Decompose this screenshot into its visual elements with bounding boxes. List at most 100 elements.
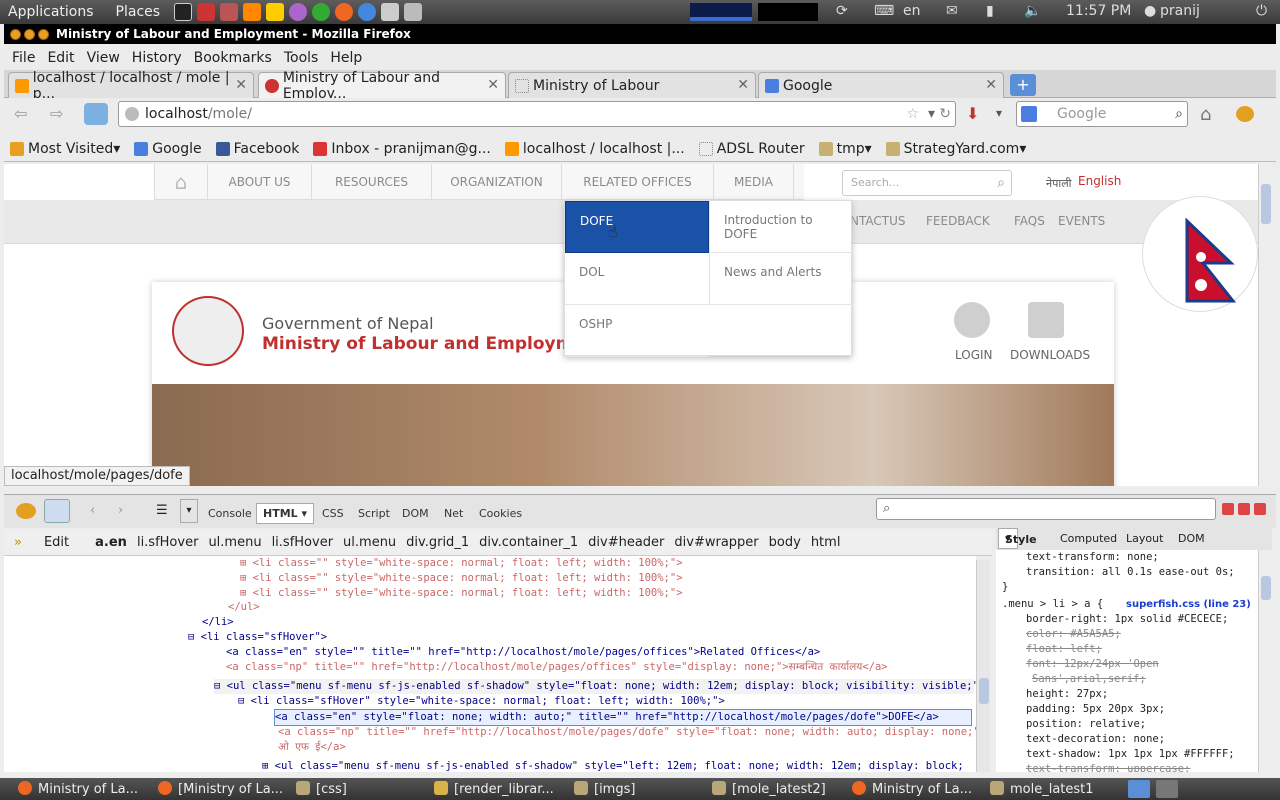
list-icon[interactable]: ☰	[156, 503, 168, 518]
bookmark-tmp[interactable]: tmp ▾	[818, 141, 872, 157]
back-icon[interactable]: ⇦	[14, 104, 27, 123]
google-icon[interactable]	[1021, 106, 1037, 122]
css-property-overridden[interactable]: text-transform: uppercase;	[1026, 762, 1190, 772]
crumb-div-header[interactable]: div#header	[588, 535, 664, 550]
tab-ministry[interactable]: Ministry of Labour ✕	[508, 72, 756, 98]
taskbar-item[interactable]: Ministry of La...	[18, 781, 138, 797]
scrollbar-thumb[interactable]	[1261, 184, 1271, 224]
code-line[interactable]: ⊞ <li class="" style="white-space: norma…	[240, 571, 683, 586]
crumb-li-sfhover[interactable]: li.sfHover	[272, 535, 333, 550]
chevron-down-icon[interactable]: ▾	[180, 499, 198, 523]
crumb-div-container[interactable]: div.container_1	[479, 535, 578, 550]
style-scrollbar[interactable]	[1258, 550, 1272, 772]
crumb-ul-menu[interactable]: ul.menu	[208, 535, 261, 550]
mail-icon[interactable]: ✉	[946, 3, 958, 19]
tab-script[interactable]: Script	[358, 507, 390, 520]
tab-ministry-active[interactable]: Ministry of Labour and Employ... ✕	[258, 70, 506, 102]
crumb-div-wrapper[interactable]: div#wrapper	[674, 535, 758, 550]
dropdown-item-dol[interactable]: DOL	[565, 253, 709, 305]
home-icon[interactable]: ⌂	[154, 164, 208, 200]
crumb-a-en[interactable]: a.en	[95, 535, 127, 550]
minimize-window-icon[interactable]	[24, 28, 35, 40]
firebug-icon[interactable]	[16, 503, 36, 519]
code-line[interactable]: ओ एफ ई</a>	[278, 740, 346, 755]
signal-icon[interactable]: ▮	[986, 3, 994, 19]
tab-dom[interactable]: DOM	[402, 507, 429, 520]
bookmark-facebook[interactable]: Facebook	[215, 141, 299, 157]
volume-icon[interactable]: 🔈	[1024, 3, 1041, 19]
app-launcher-icon[interactable]	[266, 3, 285, 21]
css-property-overridden[interactable]: color: #A5A5A5;	[1026, 627, 1121, 642]
nav-about-us[interactable]: ABOUT US	[208, 164, 312, 200]
edit-button[interactable]: Edit	[44, 535, 69, 550]
css-source-link[interactable]: superfish.css (line 23)	[1126, 597, 1251, 612]
app-launcher-icon[interactable]	[404, 3, 423, 21]
tab-layout[interactable]: Layout	[1126, 532, 1163, 545]
nav-resources[interactable]: RESOURCES	[312, 164, 432, 200]
code-line[interactable]: ⊞ <ul class="menu sf-menu sf-js-enabled …	[262, 759, 964, 772]
search-icon[interactable]: ⌕	[997, 171, 1005, 195]
chrome-icon[interactable]	[358, 3, 377, 21]
nav-media[interactable]: MEDIA	[714, 164, 794, 200]
login-link[interactable]: LOGIN	[955, 348, 993, 362]
css-property[interactable]: text-transform: none;	[1026, 550, 1159, 565]
code-line[interactable]: <a class="np" title="" href="http://loca…	[278, 725, 976, 740]
css-property-overridden[interactable]: font: 12px/24px 'Open	[1026, 657, 1159, 672]
css-selector[interactable]: .menu > li > a {	[1002, 597, 1103, 612]
dropdown-item-oshp[interactable]: OSHP	[565, 305, 709, 357]
close-window-icon[interactable]	[10, 28, 21, 40]
crumb-html[interactable]: html	[811, 535, 841, 550]
css-property[interactable]: text-shadow: 1px 1px 1px #FFFFFF;	[1026, 747, 1235, 762]
code-line[interactable]: <a class="np" title="" href="http://loca…	[226, 660, 888, 675]
power-icon[interactable]: ⏻	[1256, 3, 1267, 19]
bookmark-google[interactable]: Google	[134, 141, 202, 157]
link-feedback[interactable]: FEEDBACK	[926, 214, 990, 228]
link-events[interactable]: EVENTS	[1058, 214, 1105, 228]
css-property[interactable]: border-right: 1px solid #CECECE;	[1026, 612, 1228, 627]
page-scrollbar[interactable]	[1258, 164, 1272, 486]
maximize-window-icon[interactable]	[38, 28, 49, 40]
tab-dom[interactable]: DOM	[1178, 532, 1205, 545]
app-launcher-icon[interactable]	[312, 3, 331, 21]
app-launcher-icon[interactable]	[220, 3, 239, 21]
link-faqs[interactable]: FAQS	[1014, 214, 1045, 228]
selected-code-line[interactable]: <a class="en" style="float: none; width:…	[274, 709, 972, 726]
code-line[interactable]: ⊞ <li class="" style="white-space: norma…	[240, 556, 683, 571]
scrollbar-thumb[interactable]	[1261, 576, 1271, 600]
workspace-switcher[interactable]	[1128, 780, 1150, 798]
url-bar[interactable]: localhost/mole/ ☆ ▾ ↻	[118, 101, 956, 127]
taskbar-item[interactable]: [css]	[296, 781, 347, 797]
addon-icon[interactable]	[84, 103, 108, 125]
menu-file[interactable]: File	[12, 50, 35, 66]
crumb-div-grid[interactable]: div.grid_1	[406, 535, 469, 550]
dropdown-item-news-alerts[interactable]: News and Alerts	[709, 253, 853, 305]
lang-english-link[interactable]: English	[1078, 174, 1121, 188]
reload-icon[interactable]: ↻	[939, 102, 951, 126]
tab-computed[interactable]: Computed	[1060, 532, 1117, 545]
site-identity-icon[interactable]	[125, 107, 139, 121]
link-contact-us[interactable]: NTACTUS	[850, 214, 905, 228]
code-line[interactable]: <a class="en" style="" title="" href="ht…	[226, 645, 820, 660]
dropdown-item-dofe[interactable]: DOFE	[565, 201, 709, 253]
css-property[interactable]: position: relative;	[1026, 717, 1146, 732]
download-icon[interactable]: ⬇	[966, 104, 979, 123]
taskbar-item[interactable]: [imgs]	[574, 781, 635, 797]
dropdown-item-intro-dofe[interactable]: Introduction to DOFE	[709, 201, 853, 253]
forward-icon[interactable]: ›	[118, 503, 123, 518]
keyboard-layout[interactable]: en	[903, 3, 921, 19]
user-icon[interactable]	[954, 302, 990, 338]
tab-css[interactable]: CSS	[322, 507, 344, 520]
crumb-ul-menu[interactable]: ul.menu	[343, 535, 396, 550]
applications-menu[interactable]: Applications	[8, 4, 94, 20]
sync-icon[interactable]: ⟳	[836, 3, 848, 19]
css-property[interactable]: text-decoration: none;	[1026, 732, 1165, 747]
new-tab-button[interactable]: +	[1010, 74, 1036, 96]
minimize-icon[interactable]	[1222, 503, 1234, 515]
tab-cookies[interactable]: Cookies	[479, 507, 522, 520]
url-dropdown-icon[interactable]: ▾	[928, 102, 935, 126]
app-launcher-icon[interactable]	[289, 3, 308, 21]
code-line[interactable]: ⊟ <li class="sfHover" style="white-space…	[238, 694, 725, 709]
code-line[interactable]: </li>	[202, 615, 234, 630]
app-launcher-icon[interactable]	[381, 3, 400, 21]
tab-console[interactable]: Console	[208, 507, 252, 520]
